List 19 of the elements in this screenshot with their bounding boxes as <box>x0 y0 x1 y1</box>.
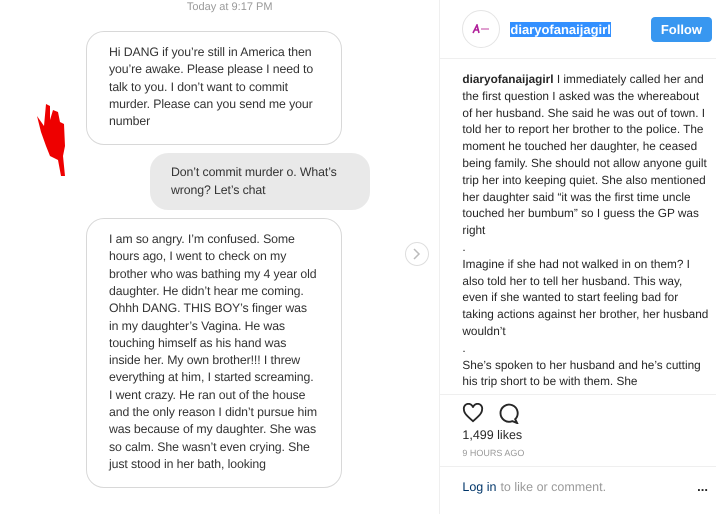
more-options-button[interactable]: ... <box>693 479 712 494</box>
logo-icon <box>472 24 490 34</box>
caption-text: . <box>462 340 467 357</box>
received-message-bubble: Hi DANG if you’re still in America then you’re awake. Please please I need to talk to you. I don’t want to commit murder. Please can you send me your number <box>86 31 342 146</box>
profile-avatar[interactable] <box>462 10 500 48</box>
message-timestamp: Today at 9:17 PM <box>186 1 272 13</box>
chevron-right-icon <box>413 248 421 260</box>
likes-count: 1,499 likes <box>461 427 524 444</box>
login-link[interactable]: Log in <box>462 480 496 494</box>
caption-text: She’s spoken to her husband and he’s cutting his trip short to be with them. She <box>462 356 702 390</box>
heart-icon[interactable] <box>462 403 484 423</box>
comment-icon[interactable] <box>498 403 520 424</box>
received-message-bubble: I am so angry. I’m confused. Some hours ago, I went to check on my brother who was bathing my 4 year old daughter. He didn’t hear me coming. Ohhh DANG. THIS BOY’s finger was in my daughter’s Vagina. He was touching himself as his hand was inside her. My own brother!!! I threw everything at him, I started screaming. I went crazy. He ran out of the house and the only reason I didn’t pursue him was because of my daughter. She was so calm. She wasn’t even crying. She just stood in her bath, looking <box>86 218 342 488</box>
login-prompt: to like or comment. <box>500 480 606 494</box>
caption-text: . <box>462 238 467 256</box>
caption-text: diaryofanaijagirl I immediately called her and the first question I asked was the whereabout of her husband. She said he was out of town. I told her to report her brother to the police. The moment he touched her daughter, he ceased being family. She should not allow anyone guilt trip her into keeping quiet. She also mentioned her daughter said “it was the first time uncle touched her bumbum” so I guess the GP was right <box>462 71 708 239</box>
post-time: 9 HOURS AGO <box>440 444 716 467</box>
sent-message-bubble: Don’t commit murder o. What’s wrong? Let’s chat <box>150 153 370 210</box>
caption-text: Imagine if she had not walked in on them? I also told her to tell her husband. This way, even if she wanted to start feeling bad for taking actions against her brother, her husband wouldn’t <box>462 256 710 340</box>
